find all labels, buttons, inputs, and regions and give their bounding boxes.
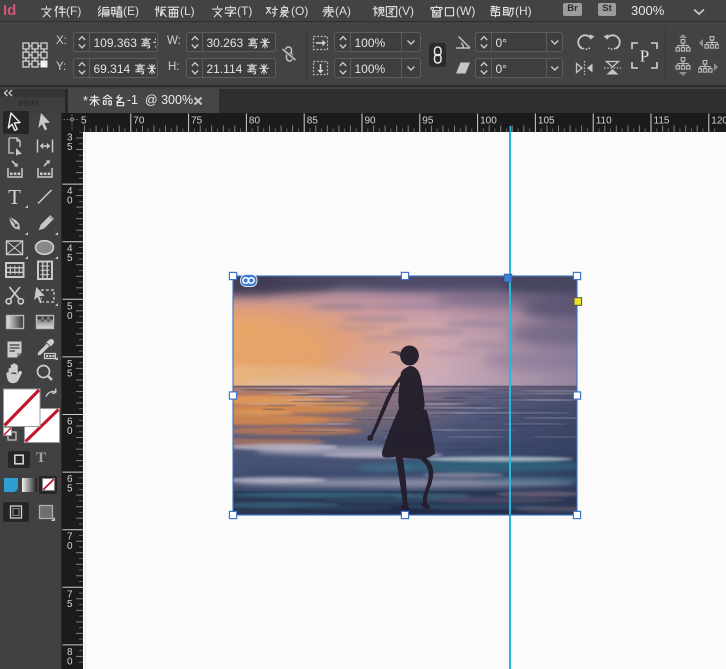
svg-text:105: 105 bbox=[538, 116, 555, 127]
svg-text:0: 0 bbox=[67, 541, 73, 552]
svg-text:70: 70 bbox=[133, 116, 145, 127]
svg-text:95: 95 bbox=[422, 116, 434, 127]
svg-text:5: 5 bbox=[67, 142, 73, 153]
svg-text:110: 110 bbox=[596, 116, 612, 127]
svg-text:90: 90 bbox=[365, 116, 377, 127]
svg-text:75: 75 bbox=[191, 116, 203, 127]
svg-text:0: 0 bbox=[67, 656, 73, 667]
svg-text:0: 0 bbox=[67, 311, 73, 322]
svg-text:80: 80 bbox=[249, 116, 261, 127]
svg-text:100: 100 bbox=[480, 116, 497, 127]
svg-text:P: P bbox=[640, 47, 649, 66]
svg-text:120: 120 bbox=[711, 116, 726, 127]
svg-text:5: 5 bbox=[67, 599, 73, 610]
svg-text:5: 5 bbox=[67, 253, 73, 264]
svg-text:0: 0 bbox=[67, 196, 73, 207]
svg-text:85: 85 bbox=[307, 116, 319, 127]
svg-text:115: 115 bbox=[654, 116, 670, 127]
svg-text:T: T bbox=[8, 185, 21, 209]
svg-text:0: 0 bbox=[67, 426, 73, 437]
svg-text:5: 5 bbox=[67, 368, 73, 379]
svg-text:5: 5 bbox=[67, 484, 73, 495]
